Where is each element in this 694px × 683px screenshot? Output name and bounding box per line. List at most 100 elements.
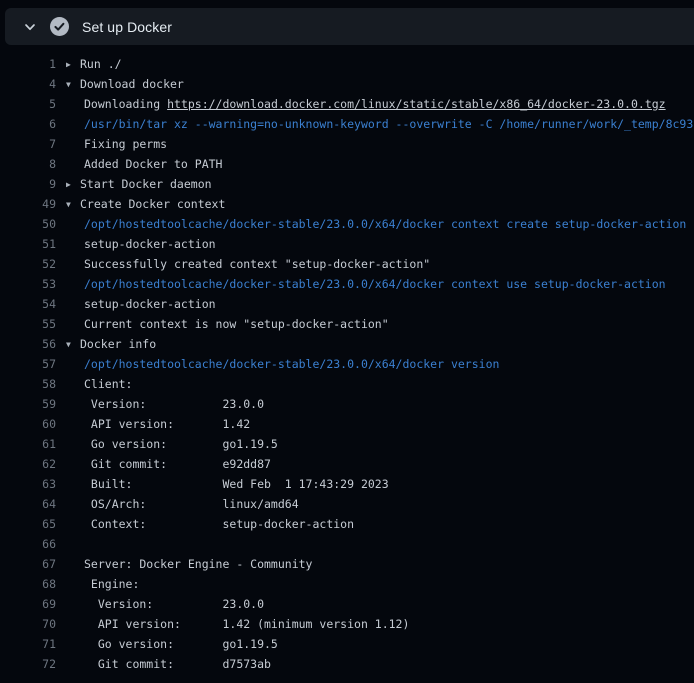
line-content: /opt/hostedtoolcache/docker-stable/23.0.…: [66, 354, 694, 374]
line-number[interactable]: 8: [0, 154, 56, 174]
log-group-line[interactable]: 4 ▼Download docker: [0, 74, 694, 94]
log-text: Go version: go1.19.5: [84, 437, 278, 451]
line-number[interactable]: 62: [0, 454, 56, 474]
line-number[interactable]: 64: [0, 494, 56, 514]
line-content: Git commit: e92dd87: [66, 454, 694, 474]
group-expanded-arrow-icon[interactable]: ▼: [66, 195, 80, 215]
log-group-line[interactable]: 9 ▶Start Docker daemon: [0, 174, 694, 194]
line-content: Downloading https://download.docker.com/…: [66, 94, 694, 114]
log-group-line[interactable]: 56 ▼Docker info: [0, 334, 694, 354]
group-collapsed-arrow-icon[interactable]: ▶: [66, 175, 80, 195]
line-number[interactable]: 65: [0, 514, 56, 534]
step-title: Set up Docker: [82, 19, 172, 35]
command-text: /opt/hostedtoolcache/docker-stable/23.0.…: [84, 217, 694, 231]
line-content: Fixing perms: [66, 134, 694, 154]
log-line: 70 API version: 1.42 (minimum version 1.…: [0, 614, 694, 634]
log-line: 55Current context is now "setup-docker-a…: [0, 314, 694, 334]
group-title: Docker info: [80, 337, 156, 351]
log-text: Added Docker to PATH: [84, 157, 222, 171]
step-header[interactable]: Set up Docker: [5, 8, 694, 45]
line-number[interactable]: 52: [0, 254, 56, 274]
line-number[interactable]: 60: [0, 414, 56, 434]
log-line: 66: [0, 534, 694, 554]
line-number[interactable]: 49: [0, 194, 56, 214]
check-circle-icon: [50, 17, 69, 36]
line-number[interactable]: 59: [0, 394, 56, 414]
log-line: 64 OS/Arch: linux/amd64: [0, 494, 694, 514]
line-number[interactable]: 61: [0, 434, 56, 454]
log-line: 65 Context: setup-docker-action: [0, 514, 694, 534]
line-number[interactable]: 67: [0, 554, 56, 574]
group-collapsed-arrow-icon[interactable]: ▶: [66, 55, 80, 75]
log-text: Go version: go1.19.5: [84, 637, 278, 651]
line-content: Client:: [66, 374, 694, 394]
log-line: 57/opt/hostedtoolcache/docker-stable/23.…: [0, 354, 694, 374]
group-expanded-arrow-icon[interactable]: ▼: [66, 335, 80, 355]
line-number[interactable]: 1: [0, 54, 56, 74]
log-text: API version: 1.42 (minimum version 1.12): [84, 617, 409, 631]
line-content: Engine:: [66, 574, 694, 594]
line-number[interactable]: 51: [0, 234, 56, 254]
line-content: ▼Docker info: [66, 334, 694, 354]
log-line: 72 Git commit: d7573ab: [0, 654, 694, 674]
line-number[interactable]: 9: [0, 174, 56, 194]
log-line: 62 Git commit: e92dd87: [0, 454, 694, 474]
log-line: 5 Downloading https://download.docker.com…: [0, 94, 694, 114]
log-line: 67Server: Docker Engine - Community: [0, 554, 694, 574]
line-number[interactable]: 58: [0, 374, 56, 394]
line-number[interactable]: 63: [0, 474, 56, 494]
line-content: /opt/hostedtoolcache/docker-stable/23.0.…: [66, 274, 694, 294]
chevron-down-icon[interactable]: [23, 20, 37, 34]
line-content: ▼Create Docker context: [66, 194, 694, 214]
log-text: Successfully created context "setup-dock…: [84, 257, 430, 271]
line-content: Version: 23.0.0: [66, 394, 694, 414]
log-line: 69 Version: 23.0.0: [0, 594, 694, 614]
log-text: Git commit: d7573ab: [84, 657, 271, 671]
line-content: Version: 23.0.0: [66, 594, 694, 614]
line-number[interactable]: 4: [0, 74, 56, 94]
log-line: 60 API version: 1.42: [0, 414, 694, 434]
log-text: API version: 1.42: [84, 417, 250, 431]
line-number[interactable]: 55: [0, 314, 56, 334]
line-content: Built: Wed Feb 1 17:43:29 2023: [66, 474, 694, 494]
line-number[interactable]: 50: [0, 214, 56, 234]
line-number[interactable]: 69: [0, 594, 56, 614]
log-text: Version: 23.0.0: [84, 397, 264, 411]
command-text: /usr/bin/tar xz --warning=no-unknown-key…: [84, 117, 693, 131]
line-content: ▶Start Docker daemon: [66, 174, 694, 194]
line-number[interactable]: 53: [0, 274, 56, 294]
line-number[interactable]: 72: [0, 654, 56, 674]
log-group-line[interactable]: 49 ▼Create Docker context: [0, 194, 694, 214]
log-line: 58 Client:: [0, 374, 694, 394]
log-group-line[interactable]: 1 ▶Run ./: [0, 54, 694, 74]
line-number[interactable]: 68: [0, 574, 56, 594]
line-number[interactable]: 66: [0, 534, 56, 554]
line-number[interactable]: 6: [0, 114, 56, 134]
log-line: 68 Engine:: [0, 574, 694, 594]
download-url-link[interactable]: https://download.docker.com/linux/static…: [167, 97, 666, 111]
line-content: Go version: go1.19.5: [66, 634, 694, 654]
line-number[interactable]: 5: [0, 94, 56, 114]
line-number[interactable]: 56: [0, 334, 56, 354]
log-line: 59 Version: 23.0.0: [0, 394, 694, 414]
line-number[interactable]: 71: [0, 634, 56, 654]
line-number[interactable]: 57: [0, 354, 56, 374]
group-expanded-arrow-icon[interactable]: ▼: [66, 75, 80, 95]
line-content: Successfully created context "setup-dock…: [66, 254, 694, 274]
log-text: Fixing perms: [84, 137, 167, 151]
line-content: API version: 1.42: [66, 414, 694, 434]
line-content: [66, 534, 694, 554]
log-line: 51setup-docker-action: [0, 234, 694, 254]
log-text: Downloading: [84, 97, 167, 111]
line-content: Go version: go1.19.5: [66, 434, 694, 454]
line-number[interactable]: 7: [0, 134, 56, 154]
group-title: Run ./: [80, 57, 122, 71]
line-number[interactable]: 70: [0, 614, 56, 634]
line-content: API version: 1.42 (minimum version 1.12): [66, 614, 694, 634]
line-content: setup-docker-action: [66, 294, 694, 314]
line-content: ▼Download docker: [66, 74, 694, 94]
line-content: ▶Run ./: [66, 54, 694, 74]
line-number[interactable]: 54: [0, 294, 56, 314]
log-line: 71 Go version: go1.19.5: [0, 634, 694, 654]
log-text: Context: setup-docker-action: [84, 517, 354, 531]
